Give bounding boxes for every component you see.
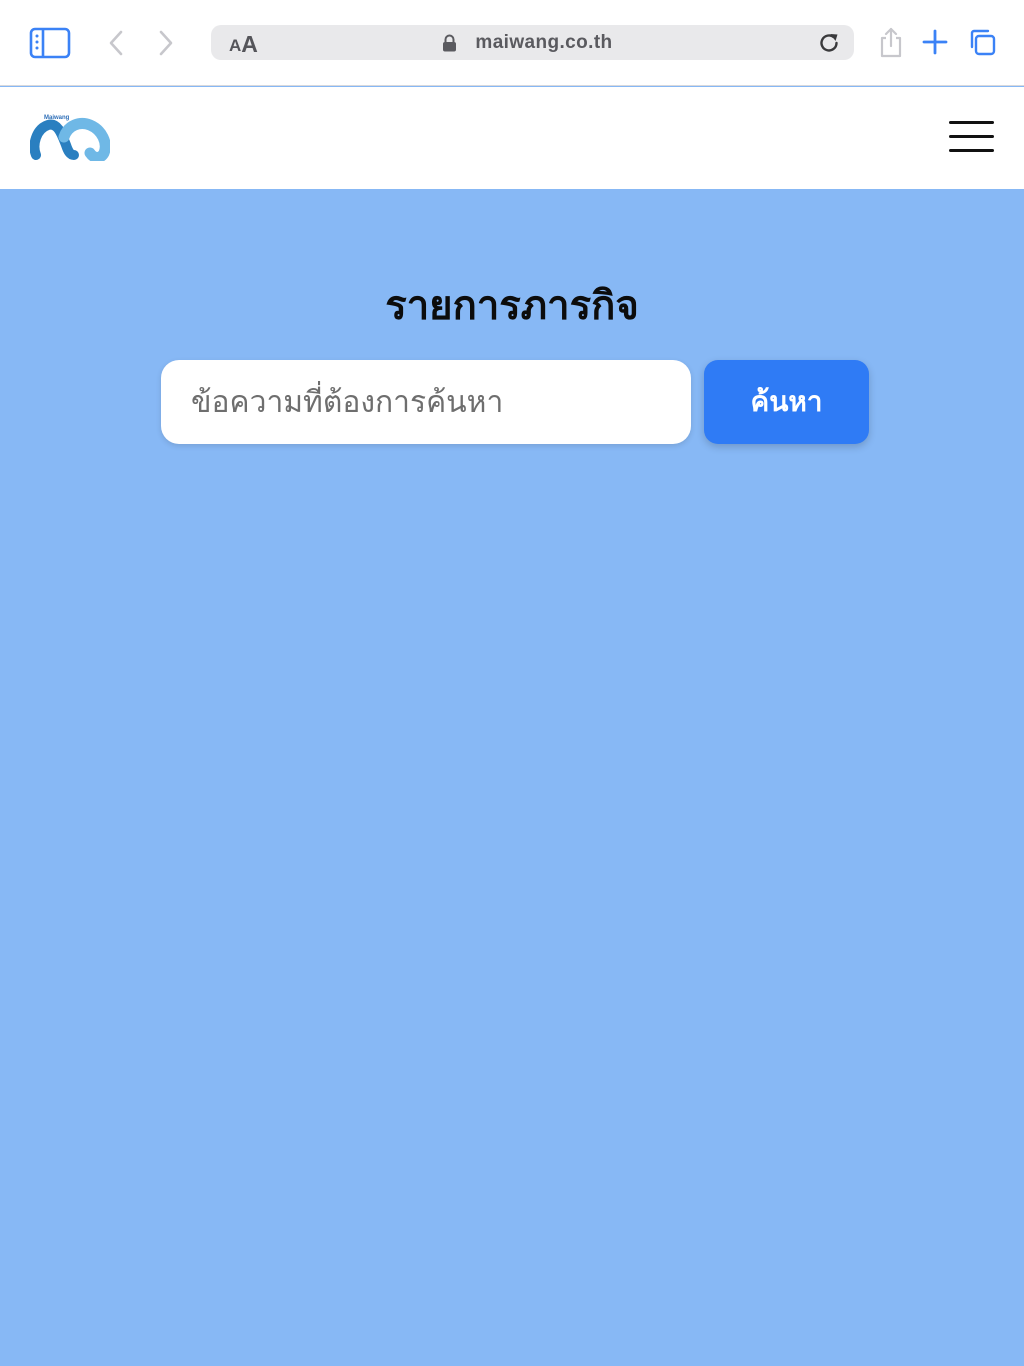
lock-icon — [442, 34, 457, 52]
text-size-button[interactable]: AA — [229, 28, 258, 57]
text-size-label-large: A — [241, 31, 258, 57]
search-input[interactable] — [161, 360, 691, 444]
browser-toolbar: AA maiwang.co.th — [0, 0, 1024, 86]
site-logo[interactable]: Maiwang — [29, 115, 111, 163]
page-title: รายการภารกิจ — [385, 283, 639, 329]
reload-icon[interactable] — [815, 29, 843, 57]
logo-text: Maiwang — [44, 115, 70, 121]
text-size-label-small: A — [229, 36, 242, 55]
site-header: Maiwang — [0, 87, 1024, 189]
new-tab-icon[interactable] — [918, 24, 952, 60]
sidebar-icon[interactable] — [28, 26, 72, 60]
url-text: maiwang.co.th — [475, 31, 613, 53]
search-button[interactable]: ค้นหา — [704, 360, 869, 444]
address-bar[interactable]: AA maiwang.co.th — [211, 25, 854, 60]
url-container: maiwang.co.th — [211, 25, 854, 60]
hamburger-menu-icon[interactable] — [947, 119, 997, 155]
main-content: รายการภารกิจ ค้นหา — [0, 189, 1024, 1366]
share-icon[interactable] — [874, 24, 908, 60]
tabs-icon[interactable] — [964, 24, 1000, 60]
back-icon[interactable] — [100, 26, 132, 60]
forward-icon[interactable] — [150, 26, 182, 60]
